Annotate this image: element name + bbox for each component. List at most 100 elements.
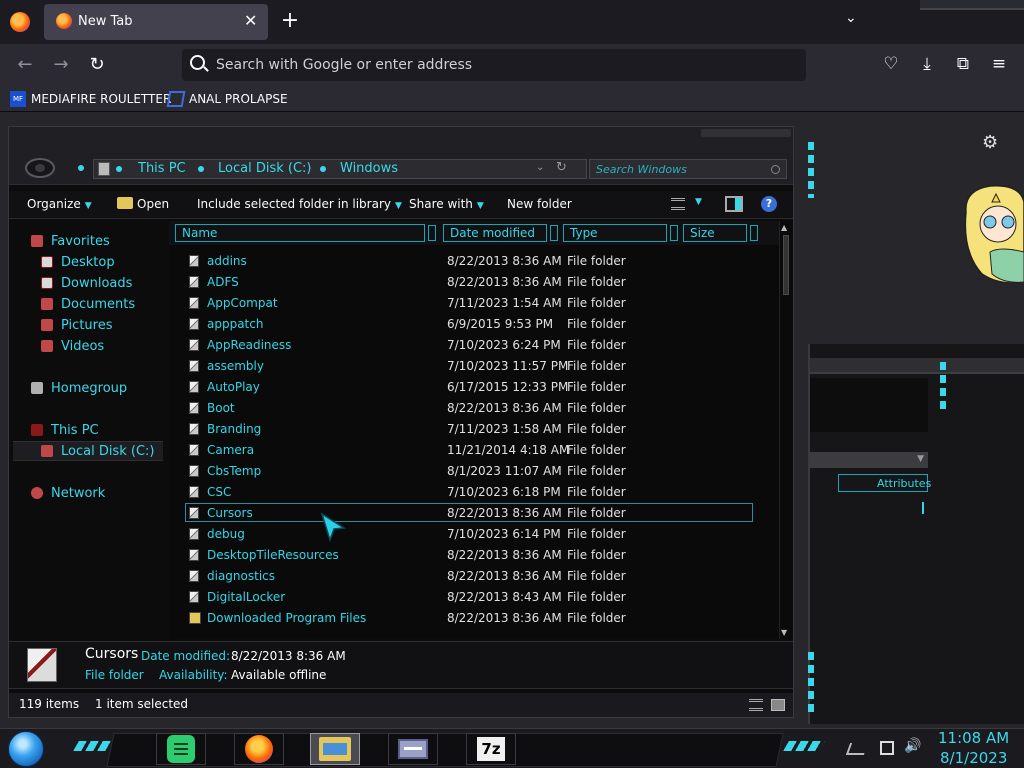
column-resize-handle[interactable] [550,225,558,241]
details-view-icon[interactable] [749,699,763,711]
cyan-taskbar-accent [783,741,825,751]
table-row[interactable]: DesktopTileResources 8/22/2013 8:36 AM Fil… [169,545,779,566]
nav-item-documents[interactable]: Documents [41,294,135,314]
table-row[interactable]: AutoPlay 6/17/2015 12:33 PM File folder [169,377,779,398]
open-button[interactable]: Open [117,197,169,211]
nav-item-homegroup[interactable]: Homegroup [31,378,127,398]
table-row[interactable]: apppatch 6/9/2015 9:53 PM File folder [169,314,779,335]
table-row[interactable]: AppCompat 7/11/2023 1:54 AM File folder [169,293,779,314]
forward-arrow-icon[interactable]: → [50,54,72,75]
column-resize-handle[interactable] [670,225,678,241]
nav-item-downloads[interactable]: Downloads [41,273,132,293]
settings-gear-icon[interactable]: ⚙ [982,132,998,153]
nav-item-this-pc[interactable]: This PC [31,420,99,440]
clock-time[interactable]: 11:08 AM [938,729,1009,747]
downloads-icon[interactable]: ⤓ [916,54,938,74]
file-date: 7/10/2023 6:14 PM [447,527,561,541]
table-row[interactable]: Branding 7/11/2023 1:58 AM File folder [169,419,779,440]
nav-item-desktop[interactable]: Desktop [41,252,115,272]
include-in-library-button[interactable]: Include selected folder in library ▼ [197,197,402,211]
refresh-icon[interactable]: ↻ [556,160,567,175]
nav-item-favorites[interactable]: Favorites [31,231,110,251]
url-bar[interactable]: Search with Google or enter address [182,49,806,81]
new-folder-button[interactable]: New folder [507,197,572,211]
nav-label: Local Disk (C:) [61,443,155,459]
tab-close-icon[interactable]: ✕ [244,11,257,30]
column-date-header[interactable]: Date modified [443,224,558,242]
column-resize-handle[interactable] [428,225,436,241]
background-window[interactable]: ▼ Attributes [808,344,1024,724]
back-arrow-icon[interactable]: ← [14,54,36,75]
start-button[interactable] [8,731,44,767]
table-row[interactable]: Boot 8/22/2013 8:36 AM File folder [169,398,779,419]
dropdown-arrow-icon[interactable]: ▼ [695,197,702,207]
tab-list-chevron-icon[interactable]: ⌄ [845,10,857,26]
breadcrumb-separator-icon [320,166,326,172]
taskbar-7zip[interactable]: 7z [466,733,516,765]
table-row[interactable]: assembly 7/10/2023 11:57 PM File folder [169,356,779,377]
titlebar-decoration [701,129,791,137]
extensions-icon[interactable]: ⧉ [952,54,974,74]
background-window-combo[interactable]: ▼ [810,452,928,468]
breadcrumb-this-pc[interactable]: This PC [138,161,186,176]
table-row[interactable]: DigitalLocker 8/22/2013 8:43 AM File folde… [169,587,779,608]
search-input[interactable]: Search Windows [589,159,787,179]
column-size-header[interactable]: Size [683,224,758,242]
reload-icon[interactable]: ↻ [86,54,108,75]
large-icons-view-icon[interactable] [771,699,785,711]
change-view-icon[interactable] [671,198,685,210]
column-resize-handle[interactable] [750,225,758,241]
breadcrumb-windows[interactable]: Windows [340,161,398,176]
chevron-down-icon[interactable]: ⌄ [536,162,544,173]
help-icon[interactable]: ? [761,196,777,212]
folder-icon [189,423,199,435]
column-type-header[interactable]: Type [563,224,678,242]
recent-locations-dot-icon[interactable] [78,165,84,171]
volume-icon[interactable]: 🔊 [904,738,921,754]
address-bar[interactable]: This PC Local Disk (C:) Windows ⌄ ↻ [93,159,587,179]
preview-pane-icon[interactable] [725,196,743,212]
show-desktop-icon[interactable] [845,743,869,755]
taskbar-firefox[interactable] [234,733,284,765]
table-row[interactable]: AppReadiness 7/10/2023 6:24 PM File folder [169,335,779,356]
table-row[interactable]: debug 7/10/2023 6:14 PM File folder [169,524,779,545]
attributes-column-header[interactable]: Attributes [838,474,931,492]
taskbar-notes-app[interactable] [156,733,206,765]
new-tab-button[interactable]: + [280,8,300,33]
nav-item-network[interactable]: Network [31,483,105,503]
column-name-header[interactable]: Name [175,224,436,242]
taskbar-file-explorer[interactable] [310,733,360,765]
table-row[interactable]: CbsTemp 8/1/2023 11:07 AM File folder [169,461,779,482]
clock-date[interactable]: 8/1/2023 [940,749,1007,767]
table-row[interactable]: ADFS 8/22/2013 8:36 AM File folder [169,272,779,293]
back-forward-orb-icon[interactable] [25,158,55,178]
table-row[interactable]: diagnostics 8/22/2013 8:36 AM File folder [169,566,779,587]
table-row[interactable]: Cursors 8/22/2013 8:36 AM File folder [169,503,779,524]
table-row[interactable]: CSC 7/10/2023 6:18 PM File folder [169,482,779,503]
bookmark-mediafire-rouletter[interactable]: MF MEDIAFIRE ROULETTER [10,90,171,108]
nav-item-videos[interactable]: Videos [41,336,104,356]
table-row[interactable]: Camera 11/21/2014 4:18 AM File folder [169,440,779,461]
breadcrumb-local-disk[interactable]: Local Disk (C:) [218,161,311,176]
dropdown-arrow-icon: ▼ [394,201,402,211]
table-row[interactable]: Downloaded Program Files 8/22/2013 8:36 A… [169,608,779,629]
share-with-button[interactable]: Share with ▼ [409,197,484,211]
tab-new-tab[interactable]: New Tab ✕ [44,4,268,40]
file-type: File folder [567,611,626,625]
scrollbar-thumb[interactable] [783,235,789,295]
breadcrumb-separator-icon [116,166,122,172]
table-row[interactable]: addins 8/22/2013 8:36 AM File folder [169,251,779,272]
pocket-icon[interactable]: ♡ [880,54,902,74]
taskbar-window-app[interactable] [388,733,438,765]
nav-item-pictures[interactable]: Pictures [41,315,112,335]
vertical-scrollbar[interactable]: ▲ ▼ [779,221,793,639]
scroll-down-arrow-icon[interactable]: ▼ [781,628,787,637]
firefox-logo-icon[interactable] [10,12,30,32]
scroll-up-arrow-icon[interactable]: ▲ [781,223,787,232]
nav-item-local-disk[interactable]: Local Disk (C:) [13,441,163,461]
file-explorer-window[interactable]: This PC Local Disk (C:) Windows ⌄ ↻ Sear… [8,126,794,718]
organize-button[interactable]: Organize ▼ [27,197,92,211]
bookmark-anal-prolapse[interactable]: ANAL PROLAPSE [166,90,288,108]
network-tray-icon[interactable] [880,741,894,755]
hamburger-menu-icon[interactable]: ≡ [988,54,1010,74]
